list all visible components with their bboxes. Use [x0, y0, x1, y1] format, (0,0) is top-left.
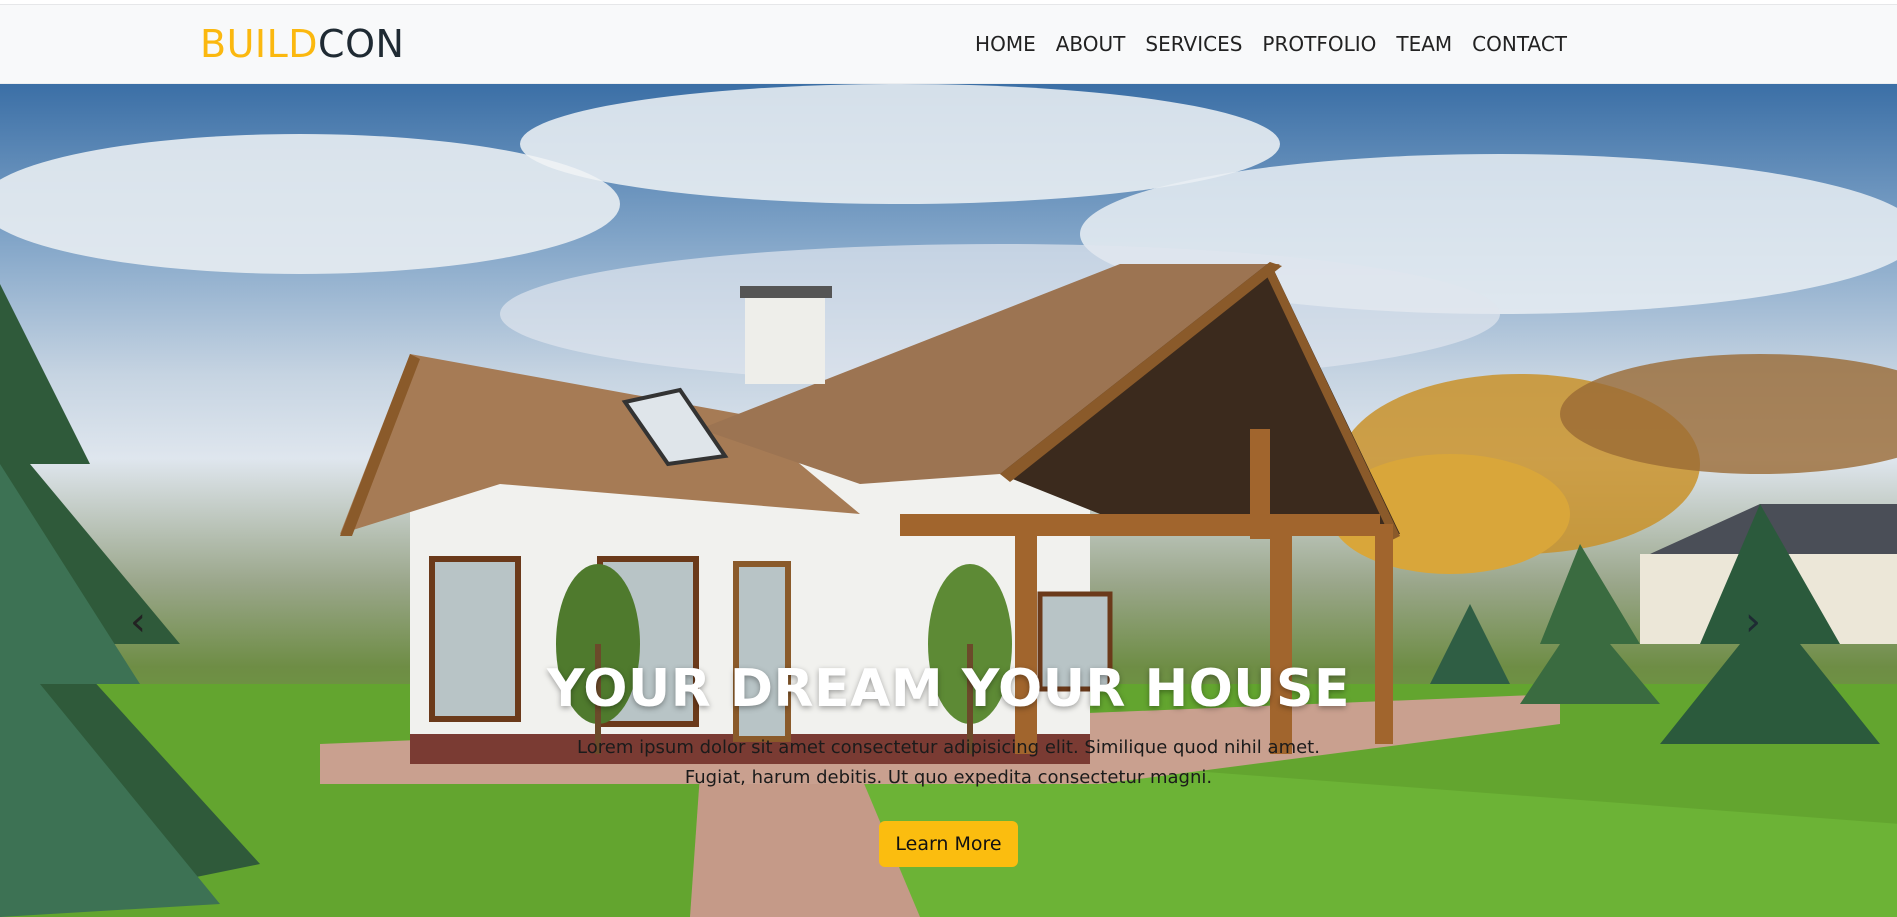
nav-team[interactable]: TEAM [1386, 32, 1462, 56]
hero-carousel: ‹ › YOUR DREAM YOUR HOUSE Lorem ipsum do… [0, 84, 1897, 917]
brand-logo[interactable]: BUILDCON [200, 22, 404, 66]
hero-description: Lorem ipsum dolor sit amet consectetur a… [569, 733, 1329, 793]
nav-about[interactable]: ABOUT [1046, 32, 1136, 56]
navbar: BUILDCON HOME ABOUT SERVICES PROTFOLIO T… [0, 5, 1897, 84]
hero-text-line1: Lorem ipsum dolor sit amet consectetur a… [577, 737, 1320, 758]
hero-caption: YOUR DREAM YOUR HOUSE Lorem ipsum dolor … [0, 659, 1897, 867]
nav-contact[interactable]: CONTACT [1462, 32, 1577, 56]
hero-text-line2: Fugiat, harum debitis. Ut quo expedita c… [684, 767, 1213, 788]
nav-services[interactable]: SERVICES [1135, 32, 1252, 56]
brand-part-build: BUILD [200, 22, 319, 66]
nav-home[interactable]: HOME [965, 32, 1046, 56]
hero-title: YOUR DREAM YOUR HOUSE [547, 659, 1350, 719]
brand-part-con: CON [318, 22, 405, 66]
carousel-next-chevron-right-icon[interactable]: › [1745, 602, 1769, 642]
nav-protfolio[interactable]: PROTFOLIO [1252, 32, 1386, 56]
learn-more-button[interactable]: Learn More [879, 821, 1018, 867]
carousel-prev-chevron-left-icon[interactable]: ‹ [130, 602, 154, 642]
main-nav: HOME ABOUT SERVICES PROTFOLIO TEAM CONTA… [965, 32, 1577, 56]
